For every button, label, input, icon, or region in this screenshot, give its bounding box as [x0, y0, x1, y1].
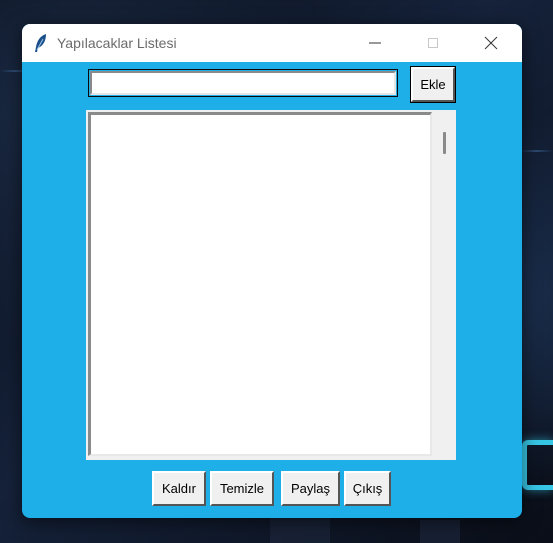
clear-button[interactable]: Temizle — [210, 471, 274, 506]
wallpaper-streak — [520, 150, 553, 152]
close-button[interactable] — [462, 24, 520, 62]
remove-button[interactable]: Kaldır — [152, 471, 206, 506]
task-list[interactable] — [88, 112, 432, 456]
title-bar[interactable]: Yapılacaklar Listesi — [22, 24, 522, 62]
share-button[interactable]: Paylaş — [281, 471, 340, 506]
window-title: Yapılacaklar Listesi — [57, 35, 177, 51]
exit-button[interactable]: Çıkış — [344, 471, 391, 506]
wallpaper-shape — [270, 518, 330, 543]
minimize-button[interactable] — [346, 24, 404, 62]
task-input[interactable] — [90, 71, 396, 95]
task-list-scrollbar[interactable] — [434, 112, 454, 458]
add-button[interactable]: Ekle — [410, 66, 456, 103]
wallpaper-glow-shape — [522, 440, 553, 490]
app-window: Yapılacaklar Listesi Ekle Kaldır Temizle… — [22, 24, 522, 518]
wallpaper-shape — [420, 520, 460, 543]
maximize-button[interactable] — [404, 24, 462, 62]
feather-icon — [34, 33, 48, 53]
scrollbar-thumb[interactable] — [443, 132, 446, 154]
